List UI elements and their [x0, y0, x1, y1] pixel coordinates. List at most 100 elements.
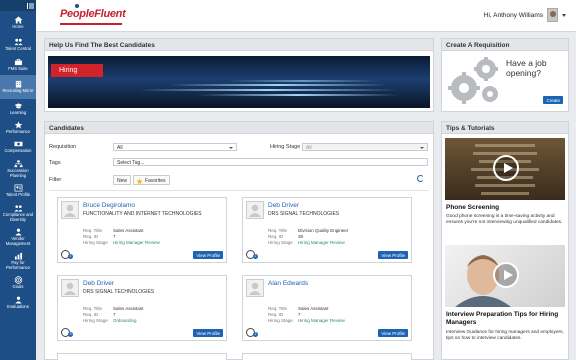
- brand-logo[interactable]: PeopleFluent: [60, 4, 126, 20]
- activity-badge-icon[interactable]: 2: [61, 250, 73, 259]
- compliance-icon: [14, 205, 22, 212]
- sidebar-item-label: Home: [12, 24, 24, 30]
- sidebar-item-label: Performance: [6, 129, 30, 135]
- banner-tag: Hiring: [51, 64, 103, 77]
- view-profile-button[interactable]: View Profile: [193, 251, 223, 259]
- candidate-photo: [61, 201, 79, 219]
- sidebar-item-home[interactable]: Home: [0, 11, 36, 35]
- sidebar-item-evaluations[interactable]: Evaluations: [0, 293, 36, 313]
- candidate-photo: [61, 279, 79, 297]
- target-icon: [14, 276, 22, 284]
- candidate-field-values: Sales Assistant 7 Onboarding: [113, 306, 144, 324]
- divider: [49, 190, 429, 191]
- sidebar-item-performance[interactable]: Performance: [0, 119, 36, 137]
- sidebar-item-label: Succession Planning: [7, 167, 29, 178]
- hiring-stage-value: Hiring Manager Review: [113, 240, 160, 245]
- requisition-prompt-line: opening?: [506, 67, 541, 78]
- sidebar-item-recruiting-mirror[interactable]: Recruiting Mirror: [0, 75, 36, 99]
- tags-input[interactable]: Select Tag...: [113, 158, 428, 166]
- requisition-select[interactable]: All: [113, 143, 237, 151]
- chevron-down-icon: [562, 13, 566, 17]
- create-requisition-button[interactable]: Create: [543, 96, 563, 104]
- hiring-stage-select-value: All: [306, 145, 312, 151]
- sidebar-item-talent-profile[interactable]: Talent Profile: [0, 181, 36, 201]
- sidebar-item-compensation[interactable]: Compensation: [0, 137, 36, 157]
- view-profile-button[interactable]: View Profile: [378, 251, 408, 259]
- activity-badge-icon[interactable]: 2: [246, 328, 258, 337]
- view-profile-button[interactable]: View Profile: [193, 329, 223, 337]
- badge-count: 3: [68, 332, 73, 337]
- chevron-down-icon: [420, 146, 424, 149]
- activity-badge-icon[interactable]: 2: [246, 250, 258, 259]
- sidebar-item-compliance[interactable]: Compliance and Diversity: [0, 201, 36, 225]
- candidate-field-values: Division Quality Engineer 38 Hiring Mana…: [298, 228, 348, 246]
- requisition-label: Requisition: [49, 144, 77, 150]
- sidebar-item-label: Talent Profile: [5, 192, 31, 198]
- star-icon: [14, 121, 22, 129]
- filter-new-button[interactable]: New: [113, 175, 132, 185]
- tip-title[interactable]: Interview Preparation Tips for Hiring Ma…: [446, 311, 566, 326]
- video-thumbnail[interactable]: [445, 138, 565, 200]
- logo-dot-icon: [75, 4, 79, 8]
- hiring-stage-select[interactable]: All: [302, 143, 428, 151]
- badge-count: 2: [68, 254, 73, 259]
- tips-panel: Tips & Tutorials Phone Screening Good ph…: [441, 121, 569, 360]
- candidate-name-link[interactable]: Bruce Degirolamo: [83, 202, 135, 209]
- candidate-card: Deb Driver DRS SIGNAL TECHNOLOGIES Req. …: [242, 197, 412, 263]
- tip-description: Good phone screening is a time-saving ac…: [446, 214, 563, 225]
- candidate-name-link[interactable]: Deb Driver: [268, 202, 299, 209]
- sidebar-item-label: Goals: [12, 284, 24, 290]
- home-icon: [14, 16, 22, 24]
- sidebar-item-fms-suite[interactable]: FMS Suite: [0, 55, 36, 75]
- sidebar-header: [0, 0, 36, 11]
- collapse-menu-icon[interactable]: [27, 2, 34, 9]
- activity-badge-icon[interactable]: 3: [61, 328, 73, 337]
- requisition-prompt: Have a job opening?: [506, 58, 547, 78]
- sidebar-item-succession-planning[interactable]: Succession Planning: [0, 157, 36, 181]
- play-icon[interactable]: [493, 155, 519, 181]
- candidates-panel-title: Candidates: [45, 122, 433, 134]
- banner-light-streak: [198, 94, 398, 96]
- sidebar-item-talent-central[interactable]: Talent Central: [0, 35, 36, 55]
- filter-favorites-label: Favorites: [145, 178, 166, 184]
- hiring-stage-label: Hiring Stage: [268, 240, 293, 245]
- candidate-name-link[interactable]: Alan Edwards: [268, 280, 308, 287]
- person-placeholder-icon: [64, 282, 76, 295]
- help-panel: Help Us Find The Best Candidates Hiring: [44, 38, 434, 112]
- hiring-stage-label: Hiring Stage: [83, 318, 108, 323]
- candidate-card: Bruce Degirolamo FUNCTIONALITY AND INTER…: [57, 197, 227, 263]
- play-icon[interactable]: [493, 262, 519, 288]
- sidebar-item-learning[interactable]: Learning: [0, 99, 36, 119]
- candidate-company: FUNCTIONALITY AND INTERNET TECHNOLOGIES: [83, 211, 202, 217]
- video-thumbnail[interactable]: [445, 245, 565, 307]
- filter-favorites-button[interactable]: Favorites: [133, 175, 170, 185]
- tips-panel-title: Tips & Tutorials: [442, 122, 568, 134]
- candidate-field-labels: Req. Title Req. ID Hiring Stage: [83, 306, 108, 324]
- vendor-icon: [14, 228, 22, 236]
- sidebar-item-label: Compensation: [4, 148, 32, 154]
- badge-count: 2: [253, 254, 258, 259]
- user-menu[interactable]: Hi, Anthony Williams: [484, 8, 566, 22]
- logo-underline: [60, 23, 122, 25]
- sidebar-item-goals[interactable]: Goals: [0, 273, 36, 293]
- candidate-name-link[interactable]: Deb Driver: [83, 280, 114, 287]
- tip-title[interactable]: Phone Screening: [446, 204, 499, 212]
- requisition-panel-title: Create A Requisition: [442, 39, 568, 51]
- requisition-select-value: All: [117, 145, 123, 151]
- candidate-field-labels: Req. Title Req. ID Hiring Stage: [268, 306, 293, 324]
- refresh-icon[interactable]: [417, 175, 424, 182]
- sidebar-item-vendor-management[interactable]: Vendor Management: [0, 225, 36, 249]
- sidebar-nav: Home Talent Central FMS Suite Recruiting…: [0, 0, 36, 360]
- hiring-banner: Hiring: [48, 56, 430, 108]
- tip-description: Interview Guidance for hiring managers a…: [446, 330, 564, 341]
- candidate-photo: [246, 201, 264, 219]
- candidate-company: DRS SIGNAL TECHNOLOGIES: [268, 211, 340, 217]
- hiring-stage-value: Hiring Manager Review: [298, 318, 345, 323]
- briefcase-icon: [14, 59, 22, 66]
- tags-label: Tags: [49, 160, 61, 166]
- person-placeholder-icon: [249, 204, 261, 217]
- avatar: [547, 8, 558, 22]
- sidebar-item-pay-for-performance[interactable]: Pay for Performance: [0, 249, 36, 273]
- candidate-field-labels: Req. Title Req. ID Hiring Stage: [83, 228, 108, 246]
- view-profile-button[interactable]: View Profile: [378, 329, 408, 337]
